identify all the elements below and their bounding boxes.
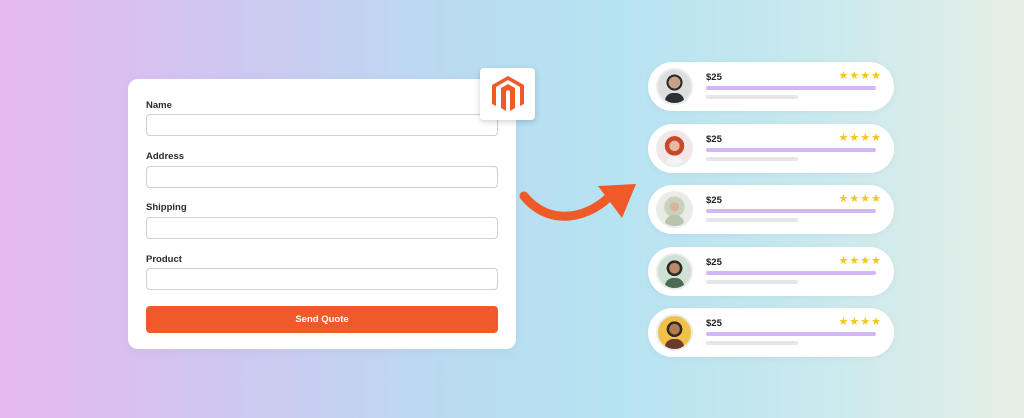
magento-logo <box>480 68 535 120</box>
star-rating: ★★★★ <box>838 316 882 328</box>
review-card: $25 ★★★★ <box>648 185 894 234</box>
review-bar <box>706 271 876 275</box>
star-rating: ★★★★ <box>838 132 882 144</box>
avatar <box>656 314 693 351</box>
shipping-input[interactable] <box>146 217 498 239</box>
magento-logo-icon <box>491 76 524 111</box>
review-card: $25 ★★★★ <box>648 124 894 173</box>
star-rating: ★★★★ <box>838 193 882 205</box>
address-input[interactable] <box>146 166 498 188</box>
address-label: Address <box>146 151 185 162</box>
name-input[interactable] <box>146 114 498 136</box>
price-label: $25 <box>706 72 722 83</box>
quote-form-card: Name Address Shipping Product Send Quote <box>128 79 516 349</box>
name-label: Name <box>146 100 172 111</box>
send-quote-button[interactable]: Send Quote <box>146 306 498 333</box>
shipping-label: Shipping <box>146 202 187 213</box>
review-sub-bar <box>706 95 798 99</box>
star-rating: ★★★★ <box>838 255 882 267</box>
review-bar <box>706 209 876 213</box>
product-label: Product <box>146 254 182 265</box>
price-label: $25 <box>706 257 722 268</box>
review-sub-bar <box>706 341 798 345</box>
review-sub-bar <box>706 157 798 161</box>
price-label: $25 <box>706 318 722 329</box>
avatar <box>656 68 693 105</box>
review-card: $25 ★★★★ <box>648 308 894 357</box>
review-sub-bar <box>706 280 798 284</box>
review-bar <box>706 86 876 90</box>
review-card: $25 ★★★★ <box>648 247 894 296</box>
avatar <box>656 253 693 290</box>
avatar <box>656 130 693 167</box>
avatar <box>656 191 693 228</box>
star-rating: ★★★★ <box>838 70 882 82</box>
price-label: $25 <box>706 195 722 206</box>
review-bar <box>706 332 876 336</box>
review-card: $25 ★★★★ <box>648 62 894 111</box>
review-sub-bar <box>706 218 798 222</box>
price-label: $25 <box>706 134 722 145</box>
review-bar <box>706 148 876 152</box>
product-input[interactable] <box>146 268 498 290</box>
curved-arrow-icon <box>519 184 636 221</box>
